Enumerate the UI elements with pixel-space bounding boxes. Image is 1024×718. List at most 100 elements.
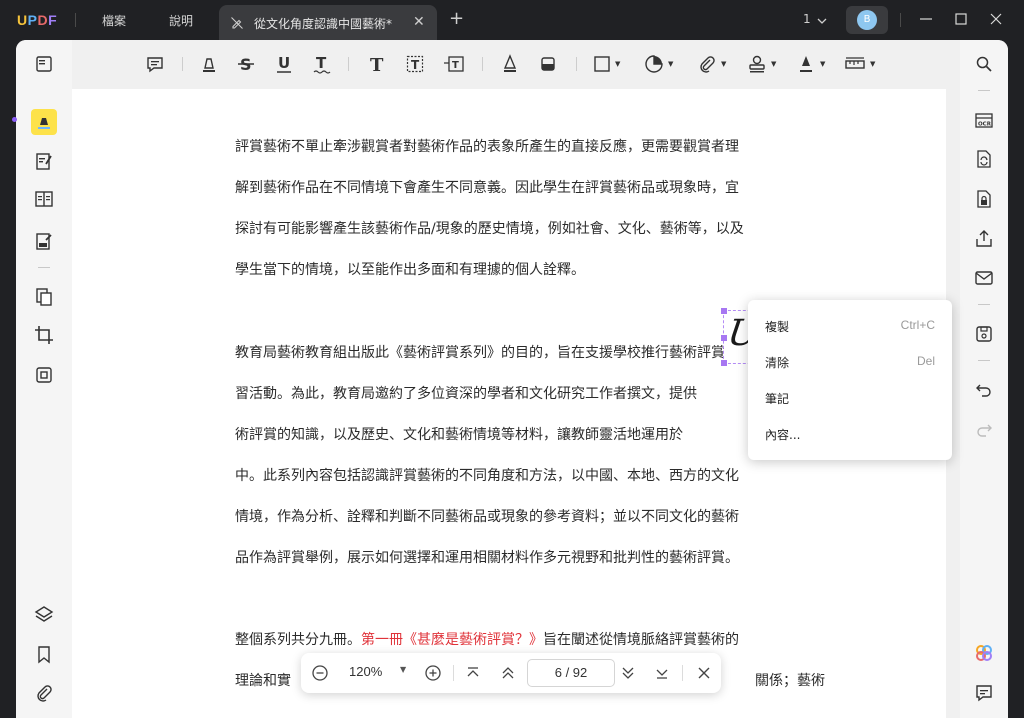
menu-help[interactable]: 說明 [169, 12, 193, 29]
strikethrough-icon: S [238, 55, 254, 74]
maximize-icon[interactable] [953, 11, 969, 31]
book-title-link[interactable]: 第一冊《甚麼是藝術評賞？》 [361, 632, 543, 648]
page-number-input[interactable]: 6 / 92 [527, 659, 615, 687]
text-line: 術評賞的知識，以及歷史、文化和藝術情境等材料，讓教師靈活地運用於 [235, 427, 683, 443]
textbox-icon: T [406, 55, 424, 73]
close-navbar-button[interactable] [694, 663, 714, 683]
toolbar-separator [182, 57, 183, 71]
text-line: 品作為評賞舉例，展示如何選擇和運用相關材料作多元視野和批判性的藝術評賞。 [235, 550, 739, 566]
zoom-dropdown-icon[interactable]: ▼ [400, 665, 406, 674]
save-button[interactable] [971, 321, 997, 347]
resize-handle[interactable] [721, 360, 727, 366]
mail-icon [975, 271, 993, 285]
search-button[interactable] [971, 51, 997, 77]
eraser-tool[interactable] [538, 53, 558, 75]
comment-mode-button[interactable] [31, 109, 57, 135]
shape-tool[interactable]: ▼ [593, 53, 620, 75]
strikethrough-tool[interactable]: S [236, 53, 256, 75]
bookmark-button[interactable] [31, 641, 57, 667]
comment-icon [147, 57, 163, 73]
fill-sign-button[interactable] [31, 228, 57, 254]
squiggly-tool[interactable]: T [312, 53, 332, 75]
menu-item-delete[interactable]: 清除 Del [748, 344, 952, 380]
zoom-in-button[interactable] [423, 663, 443, 683]
signature-icon [800, 56, 812, 72]
convert-button[interactable] [971, 146, 997, 172]
pencil-tool[interactable] [500, 53, 520, 75]
highlighter-icon [38, 118, 50, 129]
layers-icon [34, 606, 54, 622]
previous-page-button[interactable] [498, 663, 518, 683]
attachment-tool[interactable]: ▼ [697, 53, 726, 75]
undo-button[interactable] [971, 377, 997, 403]
email-button[interactable] [971, 265, 997, 291]
textbox-tool[interactable]: T [405, 53, 425, 75]
organize-pages-button[interactable] [31, 284, 57, 310]
reader-mode-button[interactable] [31, 51, 57, 77]
text-line: 學生當下的情境，以至能作出多面和有理據的個人詮釋。 [235, 262, 585, 278]
layers-button[interactable] [31, 601, 57, 627]
document-tab[interactable]: 從文化角度認識中國藝術* ✕ [219, 5, 437, 40]
zoom-level[interactable]: 120% [349, 664, 382, 679]
crop-button[interactable] [31, 322, 57, 348]
attachment-panel-button[interactable] [31, 680, 57, 706]
menu-item-copy[interactable]: 複製 Ctrl+C [748, 308, 952, 344]
resize-handle[interactable] [721, 308, 727, 314]
paragraph-1: 評賞藝術不單止牽涉觀賞者對藝術作品的表象所產生的直接反應，更需要觀賞者理 解到藝… [235, 137, 825, 301]
left-sidebar [16, 40, 72, 718]
next-page-button[interactable] [618, 663, 638, 683]
chevron-down-icon[interactable] [816, 12, 828, 31]
active-tool-indicator [12, 117, 17, 122]
annotation-toolbar: S U T T T T ▼ ▼ ▼ ▼ ▼ ▼ [72, 40, 960, 88]
signature-tool[interactable]: ▼ [796, 53, 825, 75]
text-tool[interactable]: T [367, 53, 387, 75]
menu-item-properties[interactable]: 內容... [748, 416, 952, 452]
last-page-button[interactable] [652, 663, 672, 683]
window-count[interactable]: 1 [803, 12, 811, 26]
sticker-tool[interactable]: ▼ [644, 53, 673, 75]
comment-list-button[interactable] [971, 680, 997, 706]
account-button[interactable]: B [846, 6, 888, 34]
share-button[interactable] [971, 226, 997, 252]
menu-item-note[interactable]: 筆記 [748, 380, 952, 416]
text-run: 關係；藝術評 [755, 673, 825, 689]
minimize-icon[interactable] [918, 11, 934, 31]
first-page-button[interactable] [463, 663, 483, 683]
rail-separator [978, 304, 990, 305]
nav-separator [453, 665, 454, 681]
attachment-icon [700, 56, 715, 73]
close-icon [698, 667, 710, 679]
edit-mode-button[interactable] [31, 148, 57, 174]
page-tools-icon [36, 367, 52, 383]
page-navigation-bar: 120% ▼ 6 / 92 [301, 653, 721, 693]
new-tab-icon[interactable]: + [449, 10, 464, 28]
updf-logo: UPDF [17, 12, 57, 28]
highlight-tool[interactable] [199, 53, 219, 75]
redo-button[interactable] [971, 417, 997, 443]
ai-assistant-button[interactable] [971, 640, 997, 666]
comment-tool[interactable] [145, 53, 165, 75]
eraser-icon [541, 57, 555, 71]
close-window-icon[interactable] [988, 11, 1004, 31]
text-run: 整個系列共分九冊。 [235, 632, 361, 648]
form-mode-button[interactable] [31, 186, 57, 212]
menu-file[interactable]: 檔案 [102, 12, 126, 29]
underline-tool[interactable]: U [274, 53, 294, 75]
page-tools-button[interactable] [31, 362, 57, 388]
menu-item-label: 筆記 [765, 392, 790, 406]
logo-letter-u: U [17, 12, 28, 28]
fill-sign-icon [36, 233, 52, 250]
zoom-out-button[interactable] [310, 663, 330, 683]
ocr-button[interactable]: OCR [971, 107, 997, 133]
tab-title: 從文化角度認識中國藝術* [254, 17, 393, 31]
measure-tool[interactable]: ▼ [844, 53, 875, 75]
text-line: 評賞藝術不單止牽涉觀賞者對藝術作品的表象所產生的直接反應，更需要觀賞者理 [235, 139, 739, 155]
callout-tool[interactable]: T [443, 53, 465, 75]
tab-close-icon[interactable]: ✕ [413, 14, 425, 30]
protect-button[interactable] [971, 186, 997, 212]
svg-text:OCR: OCR [978, 122, 992, 128]
sticker-icon [645, 55, 663, 73]
resize-handle[interactable] [721, 335, 727, 341]
stamp-tool[interactable]: ▼ [747, 53, 776, 75]
callout-icon: T [444, 56, 464, 72]
